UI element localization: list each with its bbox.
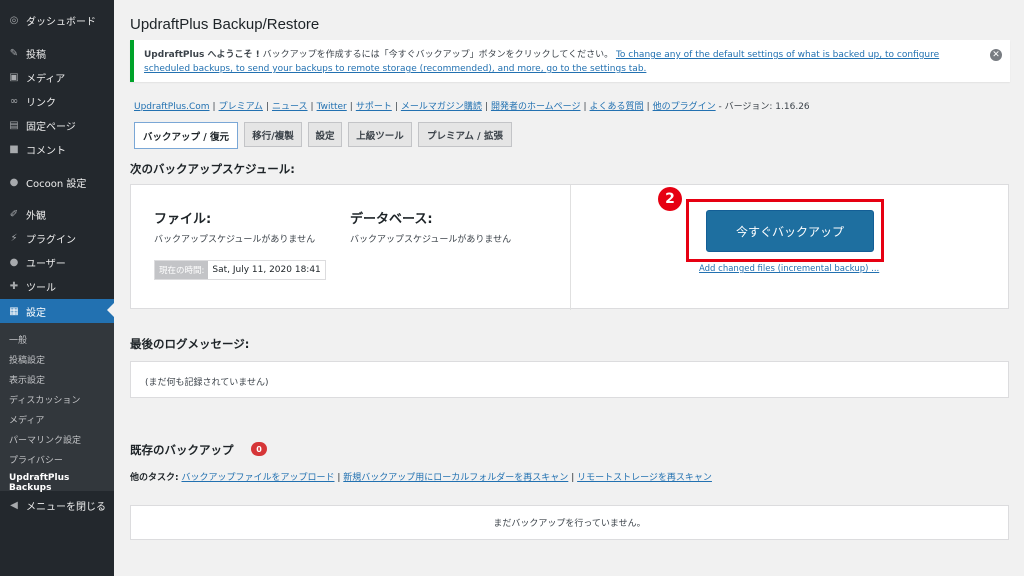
sidebar-item-label: コメント [26, 145, 66, 157]
log-heading: 最後のログメッセージ: [130, 337, 250, 351]
link-premium[interactable]: プレミアム [219, 102, 263, 112]
tab-settings[interactable]: 設定 [308, 122, 342, 147]
other-tasks-row: 他のタスク: バックアップファイルをアップロード | 新規バックアップ用にローカ… [130, 470, 712, 483]
sidebar-item-label: ユーザー [26, 258, 66, 270]
sidebar-item-label: ツール [26, 282, 56, 294]
incremental-backup-link[interactable]: Add changed files (incremental backup) .… [699, 264, 879, 274]
notice-bold: UpdraftPlus へようこそ ! [144, 50, 260, 60]
welcome-notice: UpdraftPlus へようこそ ! バックアップを作成するには「今すぐバック… [130, 40, 1010, 82]
upload-backup-link[interactable]: バックアップファイルをアップロード [181, 473, 334, 483]
submenu-item-updraftplus[interactable]: UpdraftPlus Backups [9, 473, 114, 493]
backups-empty-message: まだバックアップを行っていません。 [130, 505, 1009, 540]
link-faq[interactable]: よくある質問 [590, 102, 644, 112]
other-tasks-label: 他のタスク: [130, 473, 179, 483]
log-message-box: (まだ何も記録されていません) [130, 361, 1009, 398]
backup-now-button[interactable]: 今すぐバックアップ [706, 210, 874, 252]
sidebar-item-dashboard[interactable]: ◎ ダッシュボード [0, 9, 114, 31]
submenu-item-discussion[interactable]: ディスカッション [9, 393, 80, 406]
link-developer-home[interactable]: 開発者のホームページ [491, 102, 581, 112]
sidebar-item-media[interactable]: ▣ メディア [0, 66, 114, 88]
sidebar-item-label: メディア [26, 73, 66, 85]
sidebar-item-label: ダッシュボード [26, 16, 96, 28]
notice-text: バックアップを作成するには「今すぐバックアップ」ボタンをクリックしてください。 [259, 50, 616, 60]
sidebar-item-settings[interactable]: ▦ 設定 [0, 299, 115, 323]
link-news[interactable]: ニュース [272, 102, 308, 112]
existing-backups-heading: 既存のバックアップ [130, 443, 234, 457]
separator: | [571, 473, 575, 483]
submenu-item-general[interactable]: 一般 [9, 333, 27, 346]
tab-advanced-tools[interactable]: 上級ツール [348, 122, 412, 147]
sidebar-item-cocoon[interactable]: ● Cocoon 設定 [0, 171, 114, 193]
link-support[interactable]: サポート [356, 102, 392, 112]
sidebar-item-pages[interactable]: ▤ 固定ページ [0, 114, 114, 136]
collapse-icon: ◀ [10, 499, 18, 511]
sidebar-item-tools[interactable]: ✚ ツール [0, 275, 114, 297]
link-updraftplus-com[interactable]: UpdraftPlus.Com [134, 102, 210, 112]
files-title: ファイル: [154, 212, 212, 227]
files-schedule-text: バックアップスケジュールがありません [154, 235, 316, 245]
link-twitter[interactable]: Twitter [317, 102, 347, 112]
close-icon[interactable]: ✕ [990, 49, 1002, 61]
collapse-menu-button[interactable]: ◀ メニューを閉じる [0, 494, 114, 516]
link-other-plugins[interactable]: 他のプラグイン [653, 102, 716, 112]
sidebar-item-posts[interactable]: ✎ 投稿 [0, 42, 114, 64]
user-icon: ● [9, 256, 19, 268]
link-newsletter[interactable]: メールマガジン購読 [401, 102, 482, 112]
version-text: - バージョン: 1.16.26 [715, 102, 810, 112]
link-icon: ∞ [9, 95, 19, 107]
panel-divider [570, 185, 571, 310]
settings-icon: ▦ [9, 305, 19, 317]
active-arrow [107, 302, 115, 318]
tools-icon: ✚ [9, 280, 19, 292]
tab-backup-restore[interactable]: バックアップ / 復元 [134, 122, 238, 149]
collapse-menu-label: メニューを閉じる [26, 501, 106, 513]
current-time: 現在の時間: Sat, July 11, 2020 18:41 [154, 260, 326, 280]
admin-sidebar: ◎ ダッシュボード ✎ 投稿 ▣ メディア ∞ リンク ▤ 固定ページ ■ コメ… [0, 0, 115, 576]
comment-icon: ■ [9, 143, 19, 155]
sidebar-item-label: リンク [26, 97, 56, 109]
current-time-value: Sat, July 11, 2020 18:41 [208, 261, 325, 279]
current-time-label: 現在の時間: [155, 261, 209, 279]
submenu-item-reading[interactable]: 表示設定 [9, 373, 45, 386]
plugin-links-row: UpdraftPlus.Com | プレミアム | ニュース | Twitter | サポート |… [134, 102, 810, 112]
tab-premium-extensions[interactable]: プレミアム / 拡張 [418, 122, 512, 147]
submenu-item-privacy[interactable]: プライバシー [9, 453, 63, 466]
sidebar-item-users[interactable]: ● ユーザー [0, 251, 114, 273]
sidebar-item-label: 外観 [26, 210, 46, 222]
rescan-local-link[interactable]: 新規バックアップ用にローカルフォルダーを再スキャン [343, 473, 568, 483]
sidebar-item-comments[interactable]: ■ コメント [0, 138, 114, 160]
dashboard-icon: ◎ [9, 14, 19, 26]
database-title: データベース: [350, 212, 433, 227]
schedule-heading: 次のバックアップスケジュール: [130, 162, 295, 176]
step-number-badge: 2 [658, 187, 682, 211]
pin-icon: ✎ [9, 47, 19, 59]
cocoon-icon: ● [9, 176, 19, 188]
sidebar-item-label: 投稿 [26, 49, 46, 61]
sidebar-item-links[interactable]: ∞ リンク [0, 90, 114, 112]
sidebar-item-label: Cocoon 設定 [26, 178, 87, 190]
sidebar-item-appearance[interactable]: ✐ 外観 [0, 203, 114, 225]
sidebar-item-label: プラグイン [26, 234, 76, 246]
submenu-item-writing[interactable]: 投稿設定 [9, 353, 45, 366]
submenu-item-permalink[interactable]: パーマリンク設定 [9, 433, 81, 446]
tab-migrate[interactable]: 移行/複製 [244, 122, 302, 147]
submenu-item-media[interactable]: メディア [9, 413, 44, 426]
sidebar-item-plugins[interactable]: ⚡ プラグイン [0, 227, 114, 249]
separator: | [337, 473, 341, 483]
sidebar-item-label: 固定ページ [26, 121, 76, 133]
appearance-icon: ✐ [9, 208, 19, 220]
backup-count-badge: 0 [251, 442, 267, 456]
media-icon: ▣ [9, 71, 19, 83]
settings-submenu: 一般 投稿設定 表示設定 ディスカッション メディア パーマリンク設定 プライバ… [0, 323, 114, 493]
sidebar-item-label: 設定 [26, 307, 46, 319]
plugin-icon: ⚡ [10, 232, 18, 244]
page-title: UpdraftPlus Backup/Restore [130, 16, 320, 33]
page-icon: ▤ [9, 119, 19, 131]
rescan-remote-link[interactable]: リモートストレージを再スキャン [577, 473, 712, 483]
database-schedule-text: バックアップスケジュールがありません [350, 235, 512, 245]
